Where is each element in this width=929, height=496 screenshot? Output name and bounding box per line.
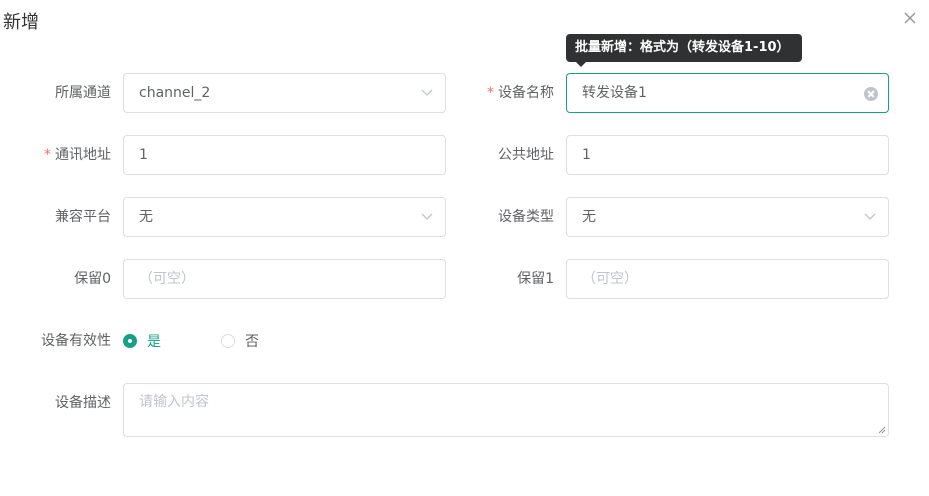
batch-add-tooltip: 批量新增：格式为（转发设备1-10） xyxy=(566,34,802,62)
resize-handle-icon[interactable] xyxy=(878,426,886,434)
chevron-down-icon xyxy=(864,213,876,220)
required-mark: * xyxy=(44,147,51,163)
reserve1-input[interactable]: （可空） xyxy=(566,259,889,299)
radio-circle xyxy=(123,334,137,348)
tooltip-arrow xyxy=(575,61,587,67)
radio-no-label: 否 xyxy=(245,334,259,350)
radio-yes[interactable]: 是 xyxy=(123,333,161,350)
reserve0-label: 保留0 xyxy=(74,271,111,287)
valid-label: 设备有效性 xyxy=(41,333,111,349)
public-addr-value: 1 xyxy=(582,147,591,163)
dialog-title: 新增 xyxy=(3,12,39,33)
platform-value: 无 xyxy=(139,209,153,225)
platform-label: 兼容平台 xyxy=(55,209,111,225)
description-label: 设备描述 xyxy=(55,395,111,411)
device-name-label: * 设备名称 xyxy=(487,85,554,101)
public-addr-input[interactable]: 1 xyxy=(566,135,889,175)
radio-circle xyxy=(221,334,235,348)
reserve0-placeholder: （可空） xyxy=(139,271,195,287)
radio-yes-label: 是 xyxy=(147,334,161,350)
description-placeholder: 请输入内容 xyxy=(139,394,209,410)
radio-no[interactable]: 否 xyxy=(221,333,259,350)
reserve1-label: 保留1 xyxy=(517,271,554,287)
reserve0-input[interactable]: （可空） xyxy=(123,259,446,299)
chevron-down-icon xyxy=(421,89,433,96)
comm-addr-input[interactable]: 1 xyxy=(123,135,446,175)
comm-addr-value: 1 xyxy=(139,147,148,163)
reserve1-placeholder: （可空） xyxy=(582,271,638,287)
public-addr-label: 公共地址 xyxy=(498,147,554,163)
device-name-value: 转发设备1 xyxy=(582,85,647,101)
device-type-value: 无 xyxy=(582,209,596,225)
required-mark: * xyxy=(487,85,494,101)
chevron-down-icon xyxy=(421,213,433,220)
comm-addr-label: * 通讯地址 xyxy=(44,147,111,163)
device-type-label: 设备类型 xyxy=(498,209,554,225)
clear-icon[interactable] xyxy=(864,87,878,101)
platform-select[interactable]: 无 xyxy=(123,197,446,237)
description-textarea[interactable]: 请输入内容 xyxy=(123,383,889,437)
channel-label: 所属通道 xyxy=(55,85,111,101)
device-type-select[interactable]: 无 xyxy=(566,197,889,237)
device-name-input[interactable]: 转发设备1 xyxy=(566,73,889,113)
close-icon[interactable] xyxy=(903,11,917,25)
channel-select[interactable]: channel_2 xyxy=(123,73,446,113)
channel-value: channel_2 xyxy=(139,85,211,101)
